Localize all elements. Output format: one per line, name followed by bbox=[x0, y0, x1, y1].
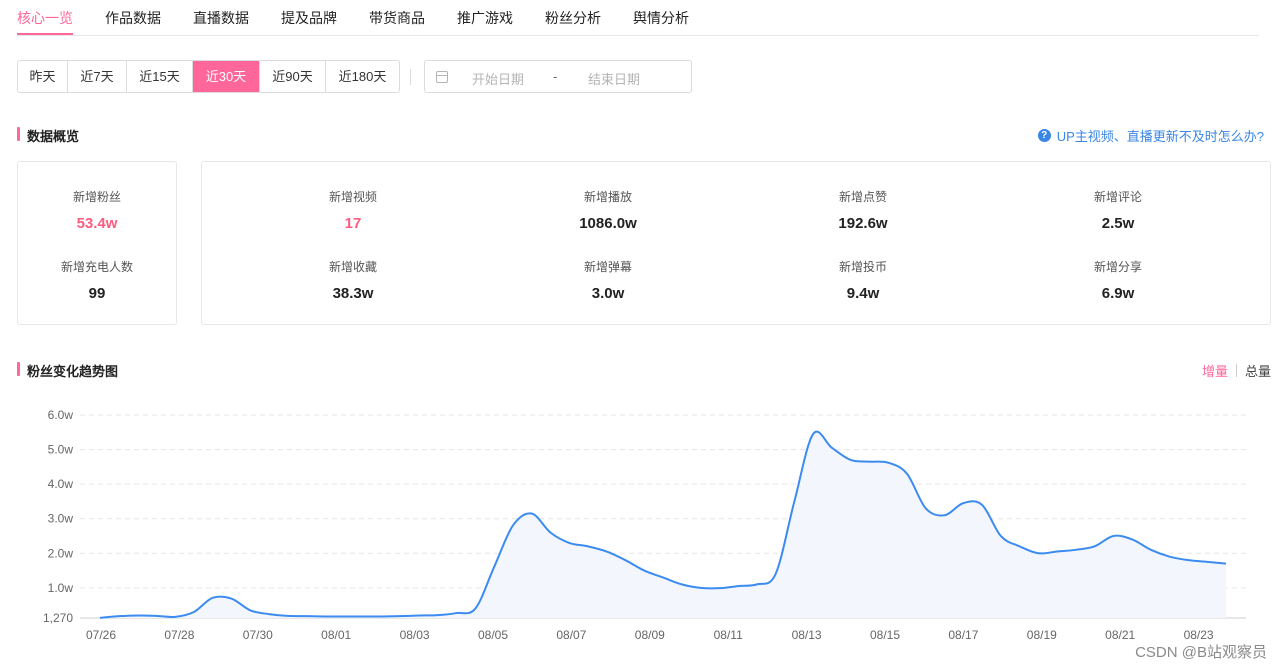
stats-card: 新增视频 17 新增播放 1086.0w 新增点赞 192.6w 新增评论 2.… bbox=[201, 161, 1271, 325]
x-tick-label: 08/01 bbox=[321, 628, 351, 642]
x-tick-label: 08/15 bbox=[870, 628, 900, 642]
stat-value: 1086.0w bbox=[579, 215, 637, 232]
tab-brand-mentions[interactable]: 提及品牌 bbox=[281, 8, 337, 28]
x-tick-label: 08/03 bbox=[400, 628, 430, 642]
x-tick-label: 08/23 bbox=[1184, 628, 1214, 642]
watermark: CSDN @B站观察员 bbox=[1135, 644, 1267, 661]
tab-games[interactable]: 推广游戏 bbox=[457, 8, 513, 28]
stat-label: 新增投币 bbox=[838, 260, 887, 274]
x-tick-label: 08/05 bbox=[478, 628, 508, 642]
stat-value: 99 bbox=[88, 285, 106, 302]
stat-label: 新增弹幕 bbox=[583, 260, 632, 274]
x-tick-label: 08/19 bbox=[1027, 628, 1057, 642]
tab-core-overview[interactable]: 核心一览 bbox=[17, 8, 73, 28]
stat-label: 新增粉丝 bbox=[72, 190, 121, 204]
fans-trend-chart: 1,270 1.0w 2.0w 3.0w 4.0w 5.0w 6.0w 07/26 07/28 0… bbox=[43, 408, 1246, 642]
total-toggle[interactable]: 总量 bbox=[1245, 361, 1271, 380]
end-date-input[interactable]: 结束日期 bbox=[588, 69, 640, 88]
tab-products[interactable]: 带货商品 bbox=[369, 8, 425, 28]
stat-new-favorites: 新增收藏 38.3w bbox=[283, 258, 423, 302]
help-link[interactable]: ? UP主视频、直播更新不及时怎么办? bbox=[1037, 126, 1264, 145]
x-tick-label: 08/13 bbox=[792, 628, 822, 642]
stat-value: 192.6w bbox=[838, 215, 888, 232]
fans-card: 新增粉丝 53.4w 新增充电人数 99 bbox=[17, 161, 177, 325]
period-yesterday-button[interactable]: 昨天 bbox=[18, 61, 68, 92]
trend-title: 粉丝变化趋势图 bbox=[17, 361, 118, 380]
stat-new-comments: 新增评论 2.5w bbox=[1048, 188, 1188, 232]
stat-new-shares: 新增分享 6.9w bbox=[1048, 258, 1188, 302]
start-date-input[interactable]: 开始日期 bbox=[472, 69, 524, 88]
x-tick-label: 07/26 bbox=[86, 628, 116, 642]
question-icon: ? bbox=[1037, 129, 1051, 142]
series-area bbox=[100, 431, 1226, 618]
stat-value: 38.3w bbox=[332, 285, 374, 302]
toggle-divider bbox=[1235, 364, 1237, 377]
calendar-icon bbox=[436, 71, 448, 83]
tab-works-data[interactable]: 作品数据 bbox=[105, 8, 161, 28]
stat-label: 新增充电人数 bbox=[60, 260, 133, 274]
stat-new-plays: 新增播放 1086.0w bbox=[538, 188, 678, 232]
increment-toggle[interactable]: 增量 bbox=[1202, 361, 1228, 380]
stat-label: 新增分享 bbox=[1093, 260, 1142, 274]
trend-mode-toggle: 增量 总量 bbox=[1202, 361, 1271, 380]
y-tick-label: 3.0w bbox=[48, 512, 74, 526]
x-tick-label: 07/28 bbox=[164, 628, 194, 642]
stat-value: 3.0w bbox=[591, 285, 625, 302]
stat-new-coins: 新增投币 9.4w bbox=[793, 258, 933, 302]
period-90d-button[interactable]: 近90天 bbox=[260, 61, 326, 92]
stat-new-charge: 新增充电人数 99 bbox=[27, 258, 167, 302]
period-30d-button[interactable]: 近30天 bbox=[193, 61, 260, 92]
stat-value: 9.4w bbox=[846, 285, 880, 302]
x-tick-label: 08/17 bbox=[948, 628, 978, 642]
y-tick-label: 5.0w bbox=[48, 443, 74, 457]
stat-new-fans: 新增粉丝 53.4w bbox=[27, 188, 167, 232]
stat-value: 53.4w bbox=[76, 215, 118, 232]
stat-label: 新增收藏 bbox=[328, 260, 377, 274]
period-15d-button[interactable]: 近15天 bbox=[127, 61, 193, 92]
divider bbox=[410, 69, 411, 85]
active-tab-indicator bbox=[17, 33, 73, 35]
date-range-picker[interactable]: 开始日期 - 结束日期 bbox=[424, 60, 692, 93]
y-tick-label: 1,270 bbox=[43, 611, 73, 625]
tab-live-data[interactable]: 直播数据 bbox=[193, 8, 249, 28]
x-tick-label: 08/21 bbox=[1105, 628, 1135, 642]
stat-label: 新增评论 bbox=[1093, 190, 1142, 204]
stat-label: 新增点赞 bbox=[838, 190, 887, 204]
period-selector: 昨天 近7天 近15天 近30天 近90天 近180天 bbox=[17, 60, 400, 93]
stat-new-danmaku: 新增弹幕 3.0w bbox=[538, 258, 678, 302]
period-7d-button[interactable]: 近7天 bbox=[68, 61, 127, 92]
stat-value: 2.5w bbox=[1101, 215, 1135, 232]
tab-sentiment-analysis[interactable]: 舆情分析 bbox=[633, 8, 689, 28]
date-separator: - bbox=[553, 69, 558, 84]
overview-title: 数据概览 bbox=[17, 126, 79, 145]
y-tick-label: 2.0w bbox=[48, 546, 74, 560]
tab-fans-analysis[interactable]: 粉丝分析 bbox=[545, 8, 601, 28]
x-tick-label: 08/09 bbox=[635, 628, 665, 642]
y-tick-label: 6.0w bbox=[48, 408, 74, 422]
x-tick-label: 07/30 bbox=[243, 628, 273, 642]
y-tick-label: 4.0w bbox=[48, 477, 74, 491]
x-tick-label: 08/11 bbox=[714, 628, 743, 642]
x-tick-label: 08/07 bbox=[556, 628, 586, 642]
nav-tabs: 核心一览 作品数据 直播数据 提及品牌 带货商品 推广游戏 粉丝分析 舆情分析 bbox=[17, 0, 1259, 36]
stat-value: 17 bbox=[344, 215, 362, 232]
stat-label: 新增播放 bbox=[583, 190, 632, 204]
stat-new-videos: 新增视频 17 bbox=[283, 188, 423, 232]
stat-label: 新增视频 bbox=[328, 190, 377, 204]
stat-value: 6.9w bbox=[1101, 285, 1135, 302]
y-tick-label: 1.0w bbox=[48, 581, 74, 595]
help-link-text: UP主视频、直播更新不及时怎么办? bbox=[1056, 129, 1264, 144]
stat-new-likes: 新增点赞 192.6w bbox=[793, 188, 933, 232]
period-180d-button[interactable]: 近180天 bbox=[326, 61, 399, 92]
